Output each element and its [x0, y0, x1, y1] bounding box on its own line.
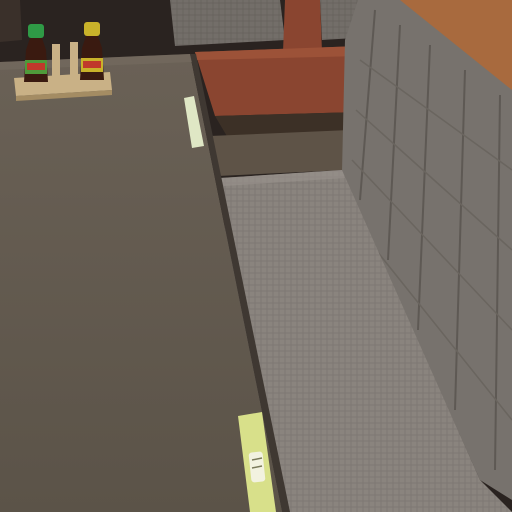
restaurant-booth-photo [0, 0, 512, 512]
scene-drawing [0, 0, 512, 512]
